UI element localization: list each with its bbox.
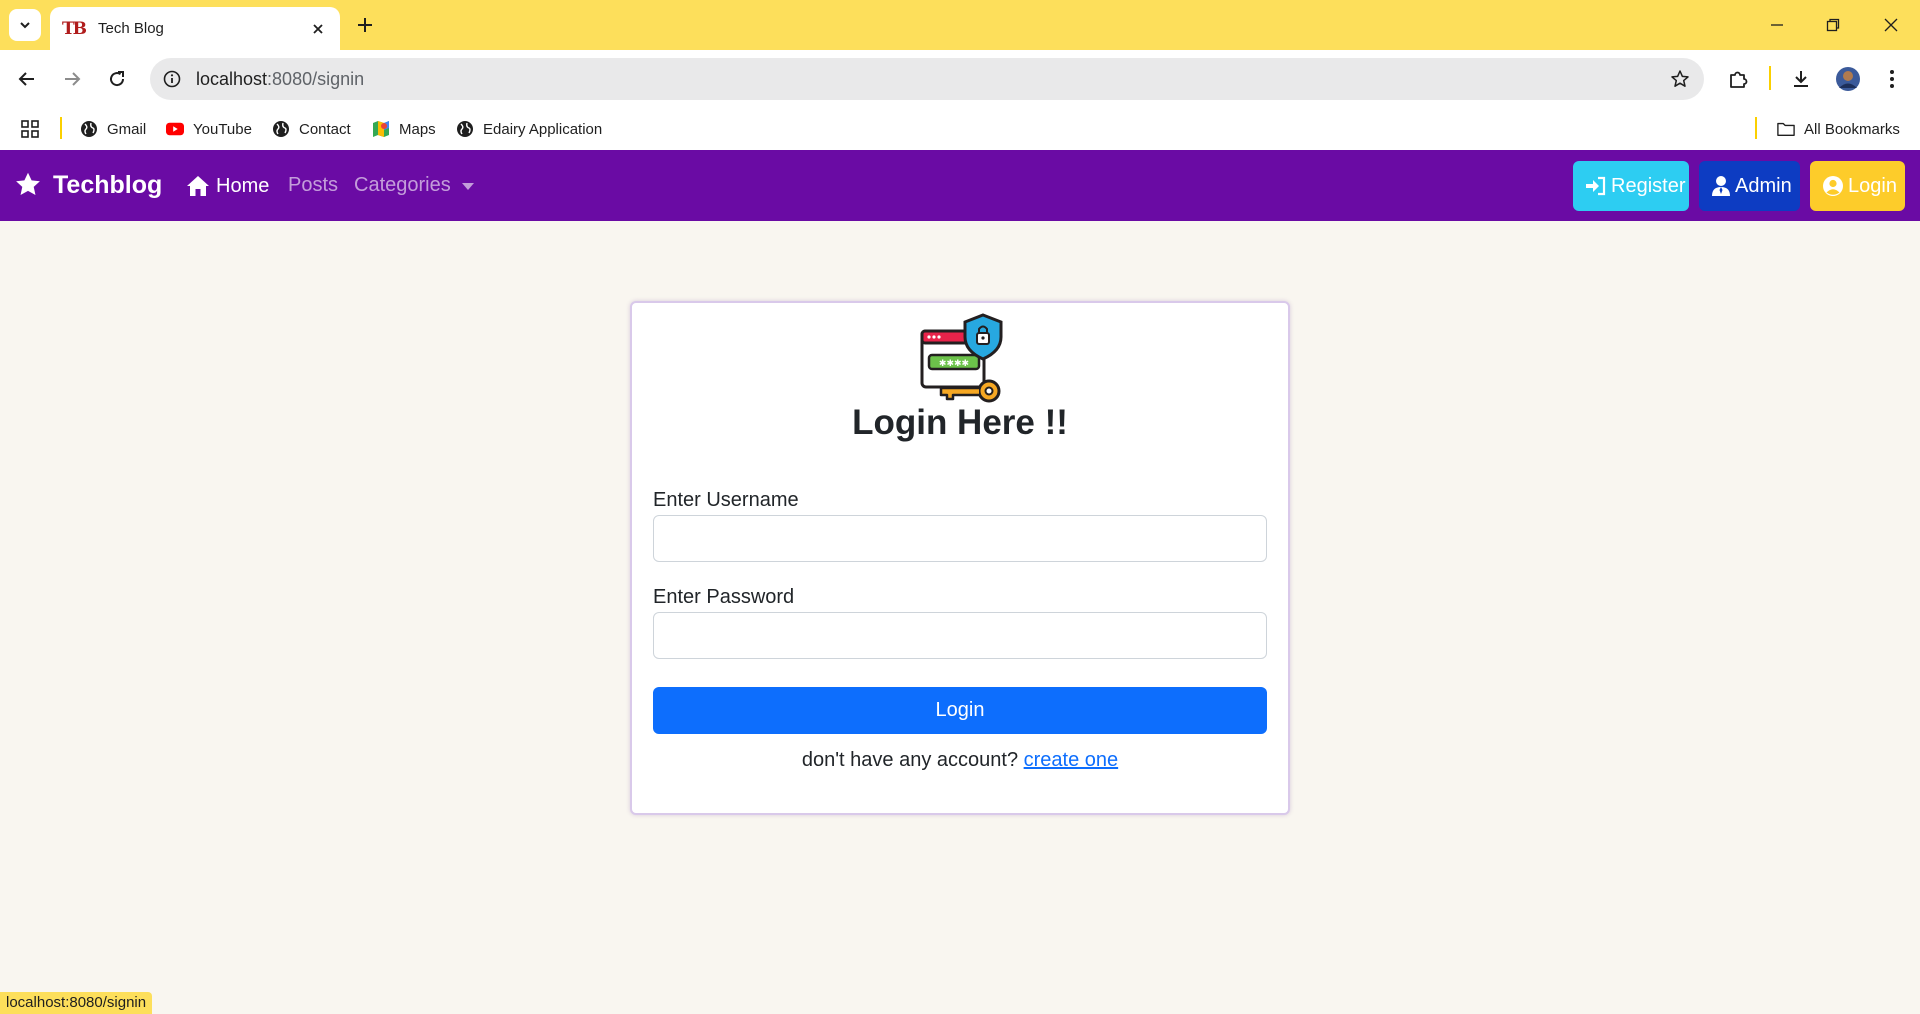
nav-home[interactable]: Home bbox=[186, 174, 269, 198]
tab-search-button[interactable] bbox=[9, 9, 41, 41]
login-security-icon: ✱✱✱✱ bbox=[920, 313, 1003, 403]
nav-posts[interactable]: Posts bbox=[288, 174, 338, 197]
back-button[interactable] bbox=[10, 62, 44, 96]
browser-tab-bar: TB Tech Blog bbox=[0, 0, 1920, 50]
sign-in-icon bbox=[1585, 174, 1607, 198]
site-info-icon[interactable] bbox=[160, 67, 184, 91]
nav-home-label: Home bbox=[216, 174, 270, 197]
nav-categories-dropdown[interactable]: Categories bbox=[354, 174, 474, 197]
youtube-icon bbox=[166, 120, 184, 138]
bookmark-label: Contact bbox=[299, 120, 351, 138]
reload-button[interactable] bbox=[100, 62, 134, 96]
home-icon bbox=[186, 174, 212, 198]
login-title: Login Here !! bbox=[852, 403, 1068, 442]
username-input[interactable] bbox=[653, 515, 1267, 562]
tab-title: Tech Blog bbox=[98, 20, 164, 37]
password-input[interactable] bbox=[653, 612, 1267, 659]
all-bookmarks-label: All Bookmarks bbox=[1804, 120, 1900, 138]
register-label: Register bbox=[1611, 174, 1686, 197]
admin-label: Admin bbox=[1735, 174, 1792, 197]
restore-icon bbox=[1826, 18, 1840, 32]
bookmark-label: Edairy Application bbox=[483, 120, 603, 138]
menu-button[interactable] bbox=[1875, 62, 1909, 96]
avatar-icon bbox=[1836, 67, 1860, 91]
url-host: localhost bbox=[196, 69, 268, 89]
site-navbar: Techblog Home Posts Categories Register … bbox=[0, 150, 1920, 221]
nav-posts-label: Posts bbox=[288, 174, 339, 196]
bookmarks-separator bbox=[60, 117, 62, 139]
bookmark-youtube[interactable]: YouTube bbox=[166, 117, 252, 141]
profile-avatar[interactable] bbox=[1831, 62, 1865, 96]
extensions-button[interactable] bbox=[1721, 62, 1755, 96]
close-icon bbox=[313, 23, 323, 34]
all-bookmarks-button[interactable]: All Bookmarks bbox=[1777, 117, 1900, 141]
globe-icon bbox=[80, 120, 98, 138]
reload-icon bbox=[110, 71, 125, 87]
bookmarks-bar: Gmail YouTube Contact Maps Edairy Applic… bbox=[0, 108, 1920, 150]
chevron-down-icon bbox=[20, 22, 30, 29]
tab-close-button[interactable] bbox=[308, 19, 328, 39]
star-icon bbox=[14, 170, 44, 200]
login-nav-label: Login bbox=[1848, 174, 1897, 197]
more-vertical-icon bbox=[1890, 70, 1894, 88]
maps-icon bbox=[372, 120, 390, 138]
new-tab-button[interactable] bbox=[352, 12, 378, 38]
signup-prompt: don't have any account? create one bbox=[632, 749, 1288, 772]
status-bar-url: localhost:8080/signin bbox=[0, 992, 153, 1014]
globe-icon bbox=[456, 120, 474, 138]
admin-button[interactable]: Admin bbox=[1699, 161, 1800, 211]
caret-down-icon bbox=[461, 183, 474, 190]
tab-tech-blog[interactable]: TB Tech Blog bbox=[50, 7, 340, 50]
minimize-button[interactable] bbox=[1762, 10, 1792, 40]
user-tie-icon bbox=[1711, 174, 1731, 198]
bookmark-label: Maps bbox=[399, 120, 436, 138]
folder-icon bbox=[1777, 120, 1795, 138]
url-path: :8080/signin bbox=[267, 69, 365, 89]
globe-icon bbox=[272, 120, 290, 138]
login-nav-button[interactable]: Login bbox=[1810, 161, 1905, 211]
username-label: Enter Username bbox=[653, 489, 799, 511]
create-account-link[interactable]: create one bbox=[1024, 749, 1119, 771]
bookmark-star-icon[interactable] bbox=[1668, 67, 1692, 91]
bookmarks-separator bbox=[1755, 117, 1757, 139]
favicon-icon: TB bbox=[62, 18, 87, 39]
arrow-right-icon bbox=[65, 72, 81, 86]
bookmark-label: Gmail bbox=[107, 120, 147, 138]
login-card: ✱✱✱✱ Login Here !! Enter Username Enter … bbox=[630, 301, 1290, 815]
bookmark-maps[interactable]: Maps bbox=[372, 117, 436, 141]
nav-categories-label: Categories bbox=[354, 174, 451, 196]
downloads-button[interactable] bbox=[1784, 62, 1818, 96]
signup-prompt-text: don't have any account? bbox=[801, 749, 1019, 771]
user-circle-icon bbox=[1822, 174, 1844, 198]
url-text: localhost:8080/signin bbox=[196, 69, 364, 90]
bookmark-label: YouTube bbox=[193, 120, 252, 138]
plus-icon bbox=[358, 18, 372, 32]
arrow-left-icon bbox=[18, 72, 34, 86]
toolbar-separator bbox=[1769, 66, 1771, 90]
login-submit-button[interactable]: Login bbox=[653, 687, 1267, 734]
apps-button[interactable] bbox=[20, 117, 40, 141]
register-button[interactable]: Register bbox=[1573, 161, 1689, 211]
apps-grid-icon bbox=[21, 120, 39, 138]
close-window-button[interactable] bbox=[1876, 10, 1906, 40]
forward-button[interactable] bbox=[55, 62, 89, 96]
bookmark-gmail[interactable]: Gmail bbox=[80, 117, 146, 141]
brand-link[interactable]: Techblog bbox=[14, 170, 162, 200]
download-icon bbox=[1794, 71, 1808, 87]
browser-toolbar: localhost:8080/signin bbox=[0, 50, 1920, 108]
svg-text:✱✱✱✱: ✱✱✱✱ bbox=[939, 359, 969, 369]
restore-button[interactable] bbox=[1818, 10, 1848, 40]
bookmark-edairy[interactable]: Edairy Application bbox=[456, 117, 602, 141]
close-icon bbox=[1884, 18, 1898, 32]
puzzle-icon bbox=[1730, 71, 1748, 88]
brand-name: Techblog bbox=[53, 170, 163, 199]
password-label: Enter Password bbox=[653, 586, 795, 608]
bookmark-contact[interactable]: Contact bbox=[272, 117, 351, 141]
address-bar[interactable]: localhost:8080/signin bbox=[150, 58, 1704, 100]
minimize-icon bbox=[1771, 24, 1783, 26]
